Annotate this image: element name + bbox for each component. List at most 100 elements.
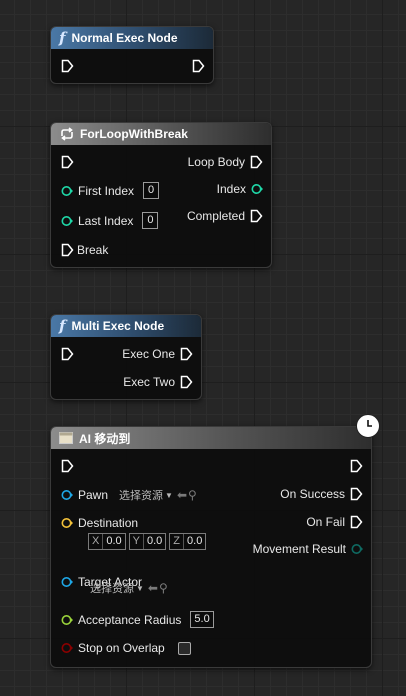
pawn-label: Pawn bbox=[78, 488, 109, 502]
asset-picker-label: 选择资源 bbox=[90, 583, 134, 595]
stop-on-overlap-pin[interactable]: Stop on Overlap bbox=[61, 641, 191, 655]
use-selected-arrow-icon[interactable]: ⬅ bbox=[148, 581, 158, 595]
node-title: AI 移动到 bbox=[79, 431, 131, 446]
target-actor-asset-row[interactable]: 选择资源 ▼ ⬅ ⚲ bbox=[84, 580, 168, 596]
node-header[interactable]: AI 移动到 bbox=[51, 427, 371, 449]
enum-pin-icon[interactable] bbox=[351, 543, 363, 555]
break-pin[interactable]: Break bbox=[61, 243, 113, 257]
normal-exec-node[interactable]: f Normal Exec Node bbox=[50, 26, 214, 84]
pawn-asset-picker[interactable]: 选择资源 ▼ bbox=[119, 487, 173, 503]
on-fail-label: On Fail bbox=[306, 515, 345, 529]
exec-in-pin[interactable] bbox=[61, 459, 74, 473]
exec-pin-icon[interactable] bbox=[250, 209, 263, 223]
destination-x-field[interactable]: X 0.0 bbox=[88, 533, 126, 550]
exec-pin-icon[interactable] bbox=[250, 155, 263, 169]
exec-out-pin[interactable] bbox=[350, 459, 363, 473]
node-header[interactable]: ForLoopWithBreak bbox=[51, 123, 271, 145]
acceptance-radius-pin[interactable]: Acceptance Radius 5.0 bbox=[61, 611, 214, 628]
ai-move-to-node[interactable]: AI 移动到 Pawn 选择资源 ▼ ⬅ ⚲ Destination X 0.0 … bbox=[50, 426, 372, 668]
object-pin-icon[interactable] bbox=[61, 576, 73, 588]
asset-picker-label: 选择资源 bbox=[119, 490, 164, 502]
vector-pin-icon[interactable] bbox=[61, 517, 73, 529]
destination-y-field[interactable]: Y 0.0 bbox=[128, 533, 167, 550]
completed-label: Completed bbox=[186, 209, 245, 223]
y-axis-label: Y bbox=[130, 534, 144, 549]
node-title: Multi Exec Node bbox=[71, 319, 165, 333]
z-axis-label: Z bbox=[170, 534, 185, 549]
on-success-pin[interactable]: On Success bbox=[275, 487, 363, 501]
last-index-input[interactable]: 0 bbox=[142, 212, 159, 229]
on-success-label: On Success bbox=[280, 487, 345, 501]
exec-pin-icon[interactable] bbox=[61, 155, 74, 169]
exec-pin-icon[interactable] bbox=[61, 347, 74, 361]
bool-pin-icon[interactable] bbox=[61, 642, 73, 654]
loop-icon bbox=[61, 127, 73, 141]
exec-pin-icon[interactable] bbox=[180, 375, 193, 389]
y-value[interactable]: 0.0 bbox=[144, 534, 165, 549]
destination-vector-input[interactable]: X 0.0 Y 0.0 Z 0.0 bbox=[88, 533, 209, 550]
destination-z-field[interactable]: Z 0.0 bbox=[169, 533, 207, 550]
function-icon: f bbox=[59, 317, 66, 335]
clock-icon bbox=[356, 414, 380, 438]
float-pin-icon[interactable] bbox=[61, 614, 73, 626]
chevron-down-icon[interactable]: ▼ bbox=[165, 491, 173, 500]
macro-node-icon bbox=[59, 432, 73, 444]
loop-body-pin[interactable]: Loop Body bbox=[183, 155, 263, 169]
index-label: Index bbox=[216, 182, 246, 196]
exec-pin-icon[interactable] bbox=[192, 59, 205, 73]
last-index-label: Last Index bbox=[78, 213, 134, 228]
node-header[interactable]: f Multi Exec Node bbox=[51, 315, 201, 337]
stop-on-overlap-checkbox[interactable] bbox=[177, 641, 191, 655]
exec-two-pin[interactable]: Exec Two bbox=[118, 375, 193, 389]
movement-result-pin[interactable]: Movement Result bbox=[248, 542, 363, 556]
exec-in-pin[interactable] bbox=[61, 347, 74, 361]
z-value[interactable]: 0.0 bbox=[184, 534, 205, 549]
stop-on-overlap-label: Stop on Overlap bbox=[78, 641, 165, 655]
chevron-down-icon[interactable]: ▼ bbox=[136, 584, 144, 593]
exec-in-pin[interactable] bbox=[61, 59, 74, 73]
x-value[interactable]: 0.0 bbox=[103, 534, 124, 549]
first-index-label: First Index bbox=[78, 183, 135, 198]
int-pin-icon[interactable] bbox=[61, 185, 73, 197]
exec-one-label: Exec One bbox=[122, 347, 175, 361]
index-pin[interactable]: Index bbox=[212, 182, 263, 196]
exec-pin-icon[interactable] bbox=[350, 459, 363, 473]
exec-one-pin[interactable]: Exec One bbox=[117, 347, 193, 361]
node-title: Normal Exec Node bbox=[71, 31, 178, 45]
multi-exec-node[interactable]: f Multi Exec Node Exec One Exec Two bbox=[50, 314, 202, 400]
search-icon[interactable]: ⚲ bbox=[188, 488, 197, 502]
exec-pin-icon[interactable] bbox=[61, 459, 74, 473]
target-actor-asset-picker[interactable]: 选择资源 ▼ bbox=[90, 580, 144, 596]
search-icon[interactable]: ⚲ bbox=[159, 581, 168, 595]
movement-result-label: Movement Result bbox=[252, 542, 346, 556]
exec-pin-icon[interactable] bbox=[180, 347, 193, 361]
x-axis-label: X bbox=[89, 534, 104, 549]
first-index-pin[interactable]: First Index 0 bbox=[61, 182, 160, 199]
completed-pin[interactable]: Completed bbox=[182, 209, 263, 223]
node-header[interactable]: f Normal Exec Node bbox=[51, 27, 213, 49]
use-selected-arrow-icon[interactable]: ⬅ bbox=[177, 488, 187, 502]
object-pin-icon[interactable] bbox=[61, 489, 73, 501]
exec-two-label: Exec Two bbox=[123, 375, 175, 389]
function-icon: f bbox=[59, 29, 66, 47]
acceptance-radius-label: Acceptance Radius bbox=[78, 612, 182, 627]
destination-pin[interactable]: Destination bbox=[61, 516, 143, 530]
first-index-input[interactable]: 0 bbox=[143, 182, 160, 199]
int-pin-icon[interactable] bbox=[251, 183, 263, 195]
loop-body-label: Loop Body bbox=[187, 155, 245, 169]
node-title: ForLoopWithBreak bbox=[80, 127, 188, 141]
exec-in-pin[interactable] bbox=[61, 155, 74, 169]
exec-pin-icon[interactable] bbox=[61, 243, 74, 257]
exec-pin-icon[interactable] bbox=[61, 59, 74, 73]
acceptance-radius-input[interactable]: 5.0 bbox=[190, 611, 214, 628]
for-loop-with-break-node[interactable]: ForLoopWithBreak First Index 0 Last Inde… bbox=[50, 122, 272, 268]
destination-label: Destination bbox=[78, 516, 139, 530]
exec-pin-icon[interactable] bbox=[350, 515, 363, 529]
exec-pin-icon[interactable] bbox=[350, 487, 363, 501]
int-pin-icon[interactable] bbox=[61, 215, 73, 227]
break-label: Break bbox=[77, 243, 109, 257]
exec-out-pin[interactable] bbox=[192, 59, 205, 73]
on-fail-pin[interactable]: On Fail bbox=[301, 515, 363, 529]
last-index-pin[interactable]: Last Index 0 bbox=[61, 212, 159, 229]
pawn-pin[interactable]: Pawn 选择资源 ▼ ⬅ ⚲ bbox=[61, 487, 197, 503]
